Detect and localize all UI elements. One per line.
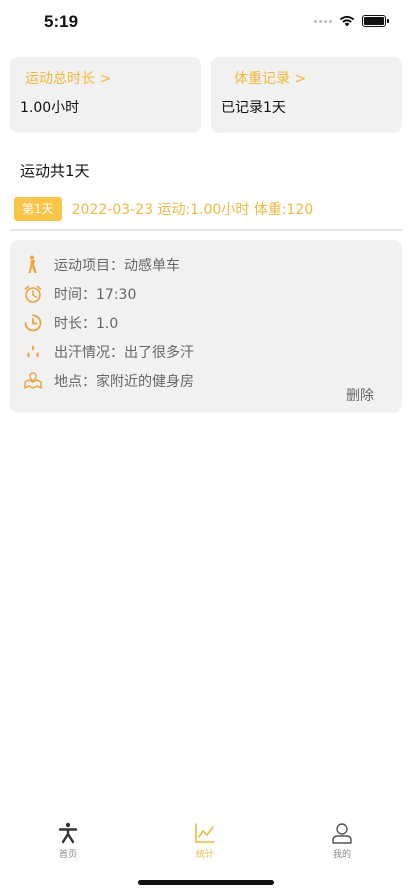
status-bar: 5:19 [0,0,412,46]
clock-icon [23,313,43,333]
status-icons [314,15,389,27]
divider [10,229,402,231]
battery-icon [362,15,389,27]
wifi-icon [339,15,355,27]
record-sport-text: 运动项目：动感单车 [54,258,180,274]
record-sweat-text: 出汗情况：出了很多汗 [54,345,194,361]
tab-mine-label: 我的 [332,850,351,860]
day-entry: 第1天 2022-03-23 运动:1.00小时 体重:120 [14,197,313,221]
record-item-time: 时间：17:30 [23,283,136,305]
weight-record-card[interactable]: 体重记录 > 已记录1天 [211,57,402,133]
record-item-sport: 运动项目：动感单车 [23,254,180,276]
record-item-location: 地点：家附近的健身房 [23,370,194,392]
exercise-total-card[interactable]: 运动总时长 > 1.00小时 [10,57,201,133]
map-pin-icon [23,371,43,391]
exercise-person-icon [58,822,78,844]
tab-bar: 首页 统计 我的 [0,810,412,866]
user-icon [332,823,352,844]
status-time: 5:19 [44,12,79,31]
exercise-record-card: 运动项目：动感单车 时间：17:30 时长：1.0 出汗情况：出了很多汗 地点：… [10,240,402,413]
walking-person-icon [23,255,43,275]
record-time-text: 时间：17:30 [54,287,137,303]
exercise-total-title[interactable]: 运动总时长 > [25,68,111,88]
delete-button[interactable]: 删除 [346,385,374,405]
day-badge: 第1天 [14,197,62,221]
tab-mine[interactable]: 我的 [312,822,372,860]
home-indicator [138,880,274,885]
record-item-sweat: 出汗情况：出了很多汗 [23,341,194,363]
record-location-text: 地点：家附近的健身房 [54,374,194,390]
day-info: 2022-03-23 运动:1.00小时 体重:120 [71,202,314,218]
record-item-duration: 时长：1.0 [23,312,118,334]
sweat-drops-icon [23,342,43,362]
weight-record-value: 已记录1天 [221,100,286,116]
line-chart-icon [195,823,215,843]
tab-home[interactable]: 首页 [38,822,98,860]
signal-icon [314,19,332,23]
tab-stats-label: 统计 [195,850,214,860]
record-duration-text: 时长：1.0 [54,316,119,332]
exercise-days-summary: 运动共1天 [20,162,90,180]
tab-stats[interactable]: 统计 [175,822,235,860]
weight-record-title[interactable]: 体重记录 > [234,68,306,88]
tab-home-label: 首页 [58,850,77,860]
exercise-total-value: 1.00小时 [20,100,80,116]
alarm-clock-icon [23,284,43,304]
